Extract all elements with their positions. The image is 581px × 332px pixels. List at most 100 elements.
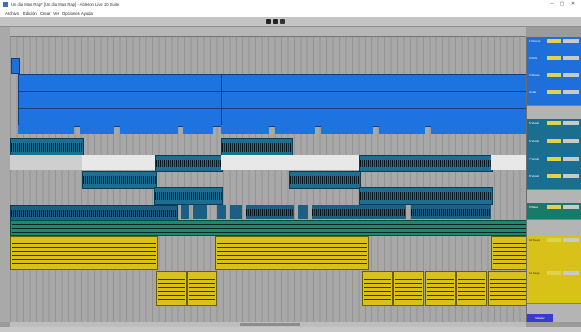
clip-bass-1[interactable] [10,205,178,221]
clip-hat-5[interactable] [221,125,269,134]
menu-bar: Archivo Edición Crear Ver Opciones Ayuda [0,9,581,17]
track-activator[interactable] [547,73,561,77]
track-io[interactable] [563,121,579,125]
clip-vocal-light-2[interactable] [82,155,155,170]
track-activator[interactable] [547,174,561,178]
track-activator[interactable] [547,121,561,125]
track-io[interactable] [563,90,579,94]
clip-vocal-c1[interactable] [82,171,157,189]
clip-keys-4[interactable] [156,271,187,306]
clip-keys-7[interactable] [393,271,424,306]
lane-hat [10,125,526,134]
track-io[interactable] [563,174,579,178]
clip-keys-1[interactable] [10,236,158,270]
status-bar [0,327,581,332]
clip-vocal-b1[interactable] [155,155,223,172]
clip-keys-8[interactable] [425,271,456,306]
clip-keys-2[interactable] [215,236,369,270]
clip-vocal-c2[interactable] [289,171,361,189]
track-header-5[interactable]: 5 Vocal [527,119,581,138]
clip-keys-9[interactable] [456,271,487,306]
clip-keys-5[interactable] [187,271,217,306]
clip-vocal-light-1[interactable] [10,155,82,170]
track-io[interactable] [563,238,579,242]
track-io[interactable] [563,139,579,143]
master-track-button[interactable]: Master [527,314,553,322]
track-name: 8 Vocal [529,174,539,178]
track-name: 2 Kick [529,56,538,60]
track-activator[interactable] [547,90,561,94]
clip-hat-7[interactable] [321,125,373,134]
track-io[interactable] [563,157,579,161]
stop-button[interactable] [273,19,278,24]
track-activator[interactable] [547,139,561,143]
track-io[interactable] [563,205,579,209]
maximize-button[interactable]: ▢ [558,1,566,8]
clip-bass-6[interactable] [246,205,294,219]
track-header-6[interactable]: 6 Vocal [527,137,581,156]
clip-hat-8[interactable] [379,125,425,134]
track-header-2[interactable]: 2 Kick [527,54,581,72]
clip-midi-green[interactable] [10,220,528,236]
track-name: 4 Hat [529,90,537,94]
menu-ayuda[interactable]: Ayuda [81,11,93,16]
clip-hat-6[interactable] [275,125,315,134]
clip-hat-9[interactable] [431,125,526,134]
clip-drums-intro[interactable] [11,58,20,74]
track-header-9[interactable]: 9 Bass [527,203,581,220]
clip-vocal-b2[interactable] [359,155,493,172]
clip-keys-6[interactable] [362,271,393,306]
clip-bass-9[interactable] [411,205,491,219]
clip-vocal-light-3[interactable] [221,155,359,170]
track-header-8[interactable]: 8 Vocal [527,172,581,190]
arrangement-ruler[interactable] [10,27,526,37]
track-header-1[interactable]: 1 Drums [527,37,581,55]
clip-keys-10[interactable] [488,271,528,306]
close-button[interactable]: ✕ [569,1,577,8]
clip-vocal-d2[interactable] [359,187,493,205]
menu-edicion[interactable]: Edición [23,11,37,16]
clip-keys-3[interactable] [491,236,528,270]
track-name: 3 Snare [529,73,540,77]
track-header-7[interactable]: 7 Vocal [527,155,581,173]
track-io[interactable] [563,56,579,60]
arrangement-view[interactable] [10,37,528,322]
clip-bass-4[interactable] [217,205,226,219]
clip-vocal-d1[interactable] [154,187,223,205]
track-io[interactable] [563,73,579,77]
record-button[interactable] [280,19,285,24]
track-name: 5 Vocal [529,121,539,125]
window-title: Un dia Mas Rap* [Un dia Mas Rap] - Ablet… [11,2,120,7]
track-name: 10 Keys [529,238,540,242]
clip-hat-3[interactable] [120,125,178,134]
clip-bass-7[interactable] [298,205,308,219]
track-header-11[interactable]: 11 Keys [527,269,581,304]
track-activator[interactable] [547,205,561,209]
clip-bass-2[interactable] [181,205,189,219]
clip-hat-2[interactable] [80,125,114,134]
menu-ver[interactable]: Ver [53,11,59,16]
track-activator[interactable] [547,56,561,60]
track-activator[interactable] [547,39,561,43]
clip-bass-5[interactable] [230,205,242,219]
track-activator[interactable] [547,238,561,242]
track-header-4[interactable]: 4 Hat [527,88,581,106]
clip-vocal-light-4[interactable] [491,155,526,170]
track-header-10[interactable]: 10 Keys [527,236,581,270]
clip-hat-4[interactable] [183,125,213,134]
track-name: 9 Bass [529,205,539,209]
clip-hat-1[interactable] [18,125,74,134]
track-activator[interactable] [547,271,561,275]
menu-opciones[interactable]: Opciones [62,11,80,16]
clip-bass-3[interactable] [193,205,207,219]
menu-archivo[interactable]: Archivo [5,11,19,16]
minimize-button[interactable]: – [548,1,556,8]
menu-crear[interactable]: Crear [40,11,50,16]
track-io[interactable] [563,271,579,275]
track-header-3[interactable]: 3 Snare [527,71,581,89]
scrollbar-thumb[interactable] [240,323,300,326]
track-activator[interactable] [547,157,561,161]
track-io[interactable] [563,39,579,43]
play-button[interactable] [266,19,271,24]
clip-bass-8[interactable] [312,205,406,219]
